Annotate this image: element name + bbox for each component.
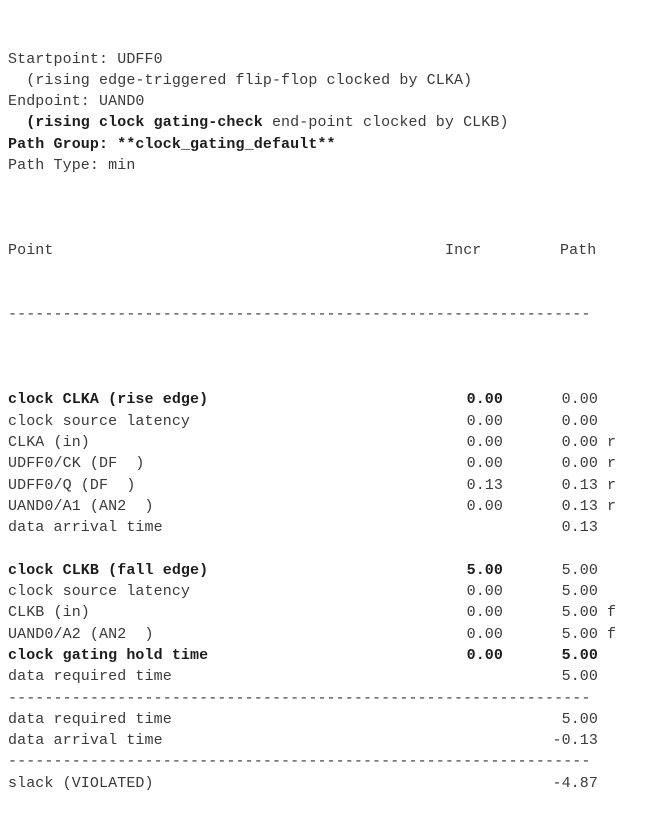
column-header-point: Point <box>8 242 54 260</box>
row-point: clock source latency <box>8 412 191 430</box>
report-body-block: clock CLKA (rise edge) 0.00 0.00 clock sour… <box>8 389 672 794</box>
row-point: data required time <box>8 668 172 686</box>
row-point: clock CLKA (rise edge) <box>8 391 209 409</box>
report-header-line: Path Type: min <box>8 155 672 176</box>
table-row: UDFF0/Q (DF ) 0.13 0.13 r <box>8 475 672 496</box>
report-header-text <box>8 114 26 131</box>
row-point: data required time <box>8 710 172 728</box>
row-point: UAND0/A2 (AN2 ) <box>8 625 154 643</box>
row-edge-flag: r <box>607 455 617 473</box>
row-point: clock gating hold time <box>8 646 209 664</box>
row-path: 0.13 <box>561 497 598 515</box>
row-incr: 0.00 <box>466 497 503 515</box>
row-path: 0.00 <box>561 412 598 430</box>
table-row: clock CLKA (rise edge) 0.00 0.00 <box>8 389 672 410</box>
section-divider: ----------------------------------------… <box>8 689 591 707</box>
table-row: slack (VIOLATED) -4.87 <box>8 773 672 794</box>
row-point: CLKB (in) <box>8 604 90 622</box>
header-divider: ----------------------------------------… <box>8 306 591 324</box>
row-incr: 0.00 <box>466 646 503 664</box>
row-incr: 5.00 <box>466 561 503 579</box>
row-path: 0.00 <box>561 391 598 409</box>
row-path: 0.13 <box>561 519 598 537</box>
row-path: 0.00 <box>561 455 598 473</box>
table-row: clock CLKB (fall edge) 5.00 5.00 <box>8 560 672 581</box>
row-point: CLKA (in) <box>8 433 90 451</box>
row-edge-flag: f <box>607 625 617 643</box>
row-path: 5.00 <box>561 646 598 664</box>
row-edge-flag: r <box>607 476 617 494</box>
table-row: data arrival time 0.13 <box>8 517 672 538</box>
column-header-path: Path <box>560 242 597 260</box>
table-row: data required time 5.00 <box>8 666 672 687</box>
row-incr: 0.00 <box>466 455 503 473</box>
section-divider: ----------------------------------------… <box>8 753 591 771</box>
report-header-block: Startpoint: UDFF0 (rising edge-triggered… <box>8 49 672 177</box>
row-point: UDFF0/Q (DF ) <box>8 476 136 494</box>
column-header-incr: Incr <box>445 242 482 260</box>
table-row: data required time 5.00 <box>8 709 672 730</box>
row-incr: 0.00 <box>466 604 503 622</box>
row-path: 0.00 <box>561 433 598 451</box>
row-point: clock source latency <box>8 583 191 601</box>
report-header-line: Path Group: **clock_gating_default** <box>8 134 672 155</box>
row-incr: 0.00 <box>466 625 503 643</box>
row-point: UDFF0/CK (DF ) <box>8 455 145 473</box>
row-point: data arrival time <box>8 519 163 537</box>
report-header-text: Path Group: **clock_gating_default** <box>8 135 336 153</box>
table-row: clock source latency 0.00 0.00 <box>8 411 672 432</box>
report-header-text: Path Type: min <box>8 157 136 175</box>
row-path: 5.00 <box>561 604 598 622</box>
table-column-headers: Point Incr Path <box>8 240 672 261</box>
table-row: clock source latency 0.00 5.00 <box>8 581 672 602</box>
row-edge-flag: f <box>607 604 617 622</box>
report-header-text: Endpoint: UAND0 <box>8 93 145 111</box>
timing-report: Startpoint: UDFF0 (rising edge-triggered… <box>0 0 672 792</box>
row-incr: 0.00 <box>466 583 503 601</box>
row-path: -0.13 <box>552 732 598 750</box>
report-header-line: (rising clock gating-check end-point clo… <box>8 112 672 133</box>
row-path: 5.00 <box>561 710 598 728</box>
row-incr: 0.13 <box>466 476 503 494</box>
row-point: clock CLKB (fall edge) <box>8 561 209 579</box>
row-path: 0.13 <box>561 476 598 494</box>
report-header-text: (rising edge-triggered flip-flop clocked… <box>8 71 473 89</box>
table-row: CLKB (in) 0.00 5.00 f <box>8 602 672 623</box>
report-header-line: Endpoint: UAND0 <box>8 91 672 112</box>
row-point: slack (VIOLATED) <box>8 774 154 792</box>
row-edge-flag: r <box>607 433 617 451</box>
row-spacer <box>8 538 672 559</box>
row-point: data arrival time <box>8 732 163 750</box>
report-header-text: (rising clock gating-check <box>26 114 263 132</box>
row-path: 5.00 <box>561 561 598 579</box>
table-row: UAND0/A1 (AN2 ) 0.00 0.13 r <box>8 496 672 517</box>
report-header-text: end-point clocked by CLKB) <box>262 114 509 132</box>
row-point: UAND0/A1 (AN2 ) <box>8 497 154 515</box>
row-incr: 0.00 <box>466 433 503 451</box>
report-header-line: (rising edge-triggered flip-flop clocked… <box>8 70 672 91</box>
row-path: 5.00 <box>561 625 598 643</box>
table-row: data arrival time -0.13 <box>8 730 672 751</box>
row-path: 5.00 <box>561 668 598 686</box>
row-path: -4.87 <box>552 774 598 792</box>
row-path: 5.00 <box>561 583 598 601</box>
report-header-text: Startpoint: UDFF0 <box>8 50 163 68</box>
table-row: UAND0/A2 (AN2 ) 0.00 5.00 f <box>8 624 672 645</box>
row-incr: 0.00 <box>466 412 503 430</box>
table-row: UDFF0/CK (DF ) 0.00 0.00 r <box>8 453 672 474</box>
row-edge-flag: r <box>607 497 617 515</box>
table-row: CLKA (in) 0.00 0.00 r <box>8 432 672 453</box>
report-header-line: Startpoint: UDFF0 <box>8 49 672 70</box>
row-incr: 0.00 <box>466 391 503 409</box>
table-row: clock gating hold time 0.00 5.00 <box>8 645 672 666</box>
